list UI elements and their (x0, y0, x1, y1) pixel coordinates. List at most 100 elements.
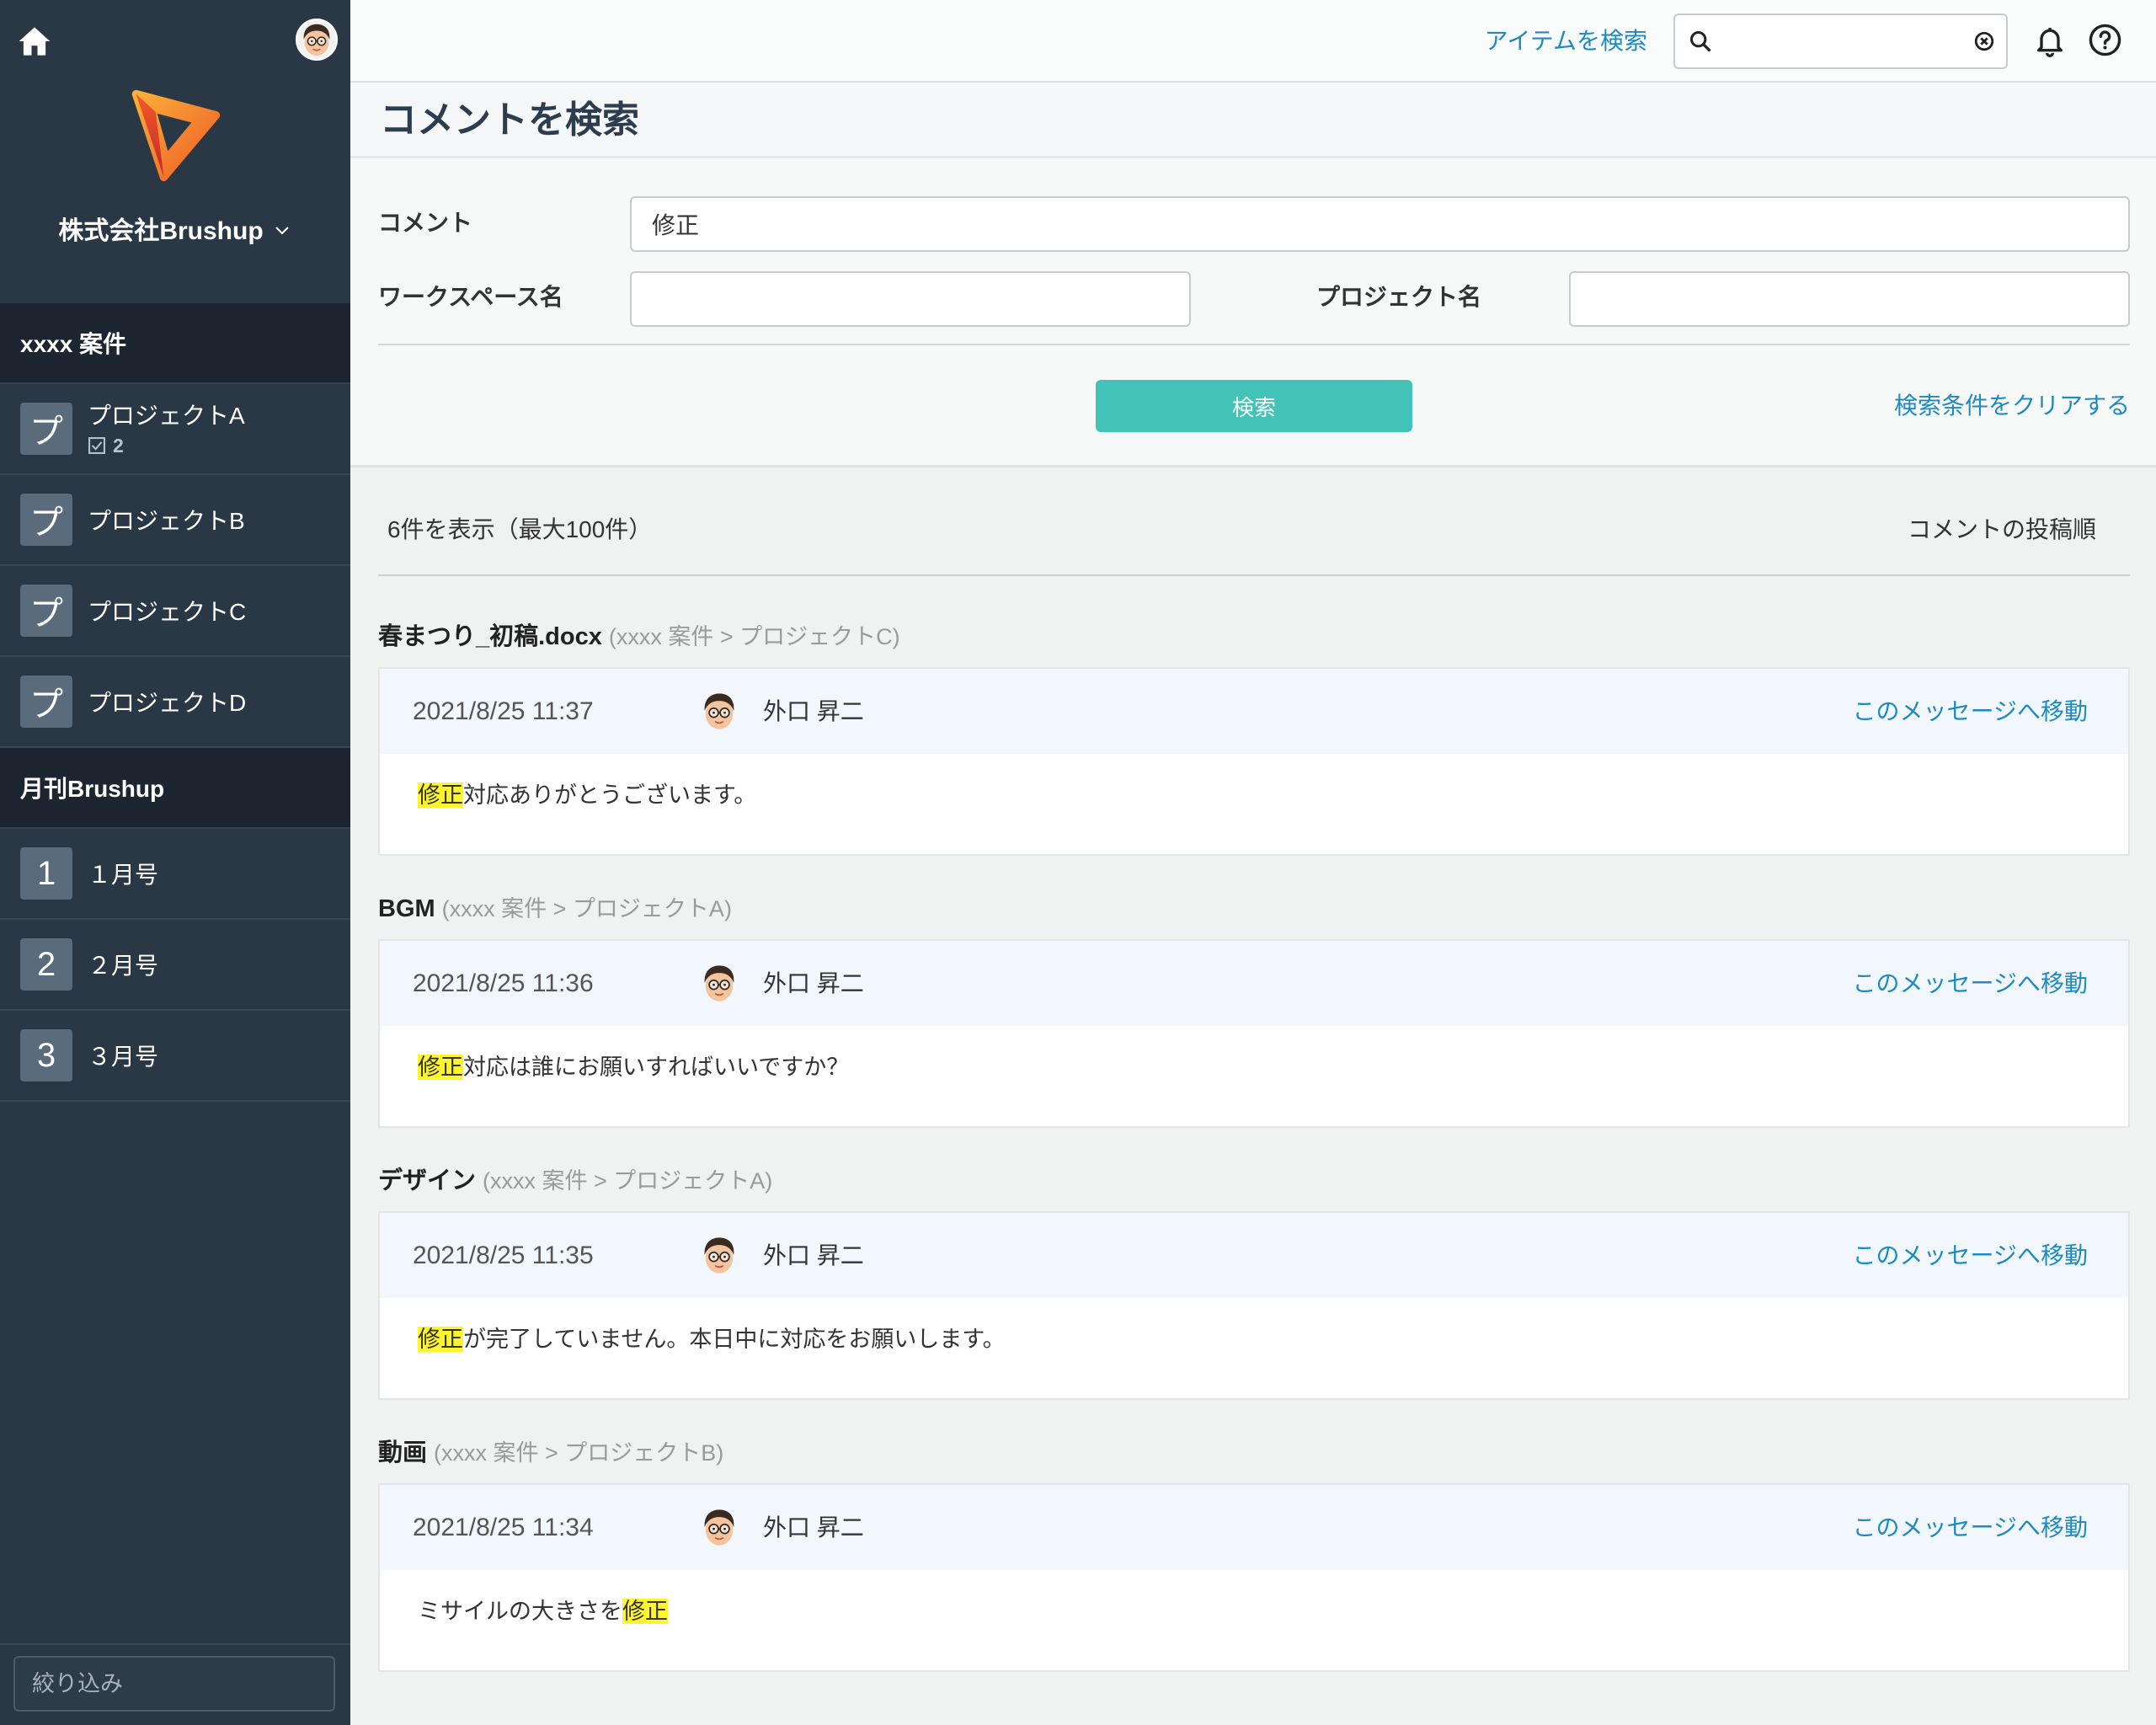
comment-field[interactable] (630, 196, 2130, 252)
global-search[interactable] (1673, 13, 2008, 69)
project-icon: プ (20, 585, 72, 637)
user-avatar[interactable] (296, 19, 338, 61)
author-name: 外口 昇二 (763, 1514, 864, 1541)
comment-header: 2021/8/25 11:34 外口 昇二 このメッセージへ移動 (380, 1485, 2128, 1570)
project-icon: 2 (20, 938, 72, 991)
comment-text-segment: 修正 (418, 1327, 463, 1352)
sidebar-item-issue-3[interactable]: 3 ３月号 (0, 1011, 350, 1102)
chevron-down-icon (272, 218, 292, 238)
comment-header: 2021/8/25 11:35 外口 昇二 このメッセージへ移動 (380, 1213, 2128, 1298)
item-name-link[interactable]: デザイン (378, 1167, 476, 1194)
top-bar: アイテムを検索 (350, 0, 2156, 83)
author-avatar (697, 1505, 741, 1549)
author-name: 外口 昇二 (763, 698, 864, 724)
workspace-field[interactable] (630, 271, 1191, 327)
company-switcher[interactable]: 株式会社Brushup (0, 207, 350, 249)
result-count: 6件を表示（最大100件） (387, 516, 653, 542)
clear-icon[interactable] (1973, 30, 1995, 52)
task-check-icon (88, 436, 106, 455)
item-path: (xxxx 案件 > プロジェクトC) (608, 624, 900, 649)
item-search-link[interactable]: アイテムを検索 (1485, 24, 1647, 58)
result-item-title: 動画 (xxxx 案件 > プロジェクトB) (378, 1431, 2130, 1475)
sidebar-header: 株式会社Brushup (0, 0, 350, 303)
comment-text-segment: 対応は誰にお願いすればいいですか？ (463, 1055, 850, 1080)
sidebar-item-project-d[interactable]: プ プロジェクトD (0, 657, 350, 748)
result-item-title: BGM (xxxx 案件 > プロジェクトA) (378, 887, 2130, 931)
sidebar-item-label: ３月号 (88, 1044, 159, 1070)
sidebar-item-label: プロジェクトD (88, 690, 247, 716)
workspace-header[interactable]: xxxx 案件 (0, 303, 350, 384)
comment-body: 修正対応ありがとうございます。 (380, 754, 2128, 809)
comment-body: 修正対応は誰にお願いすればいいですか？ (380, 1026, 2128, 1081)
form-divider (378, 344, 2130, 345)
item-name-link[interactable]: BGM (378, 895, 435, 922)
comment-label: コメント (378, 210, 473, 236)
company-name: 株式会社Brushup (58, 217, 264, 245)
search-icon (1689, 29, 1712, 53)
jump-to-message-link[interactable]: このメッセージへ移動 (1853, 669, 2088, 754)
task-count-badge: 2 (88, 433, 124, 458)
comment-timestamp: 2021/8/25 11:34 (413, 1514, 594, 1541)
search-results: 6件を表示（最大100件） コメントの投稿順 春まつり_初稿.docx (xxxx… (350, 467, 2156, 1725)
sidebar-item-project-b[interactable]: プ プロジェクトB (0, 475, 350, 566)
item-path: (xxxx 案件 > プロジェクトA) (483, 1168, 773, 1194)
author-name: 外口 昇二 (763, 1242, 864, 1268)
comment-text-segment: が完了していません。本日中に対応をお願いします。 (463, 1327, 1006, 1352)
result-item-title: デザイン (xxxx 案件 > プロジェクトA) (378, 1159, 2130, 1203)
comment-body: 修正が完了していません。本日中に対応をお願いします。 (380, 1298, 2128, 1354)
item-name-link[interactable]: 動画 (378, 1439, 427, 1466)
home-icon[interactable] (17, 24, 52, 59)
sidebar-filter-input[interactable] (13, 1656, 335, 1712)
task-count: 2 (113, 434, 124, 457)
comment-card: 2021/8/25 11:35 外口 昇二 このメッセージへ移動 修正が完了して… (378, 1211, 2130, 1400)
clear-conditions-link[interactable]: 検索条件をクリアする (1894, 389, 2130, 423)
main-content: アイテムを検索 コメントを検索 コメント ワークスペース名 プロジェクト名 検索 (350, 0, 2156, 1725)
comment-card: 2021/8/25 11:36 外口 昇二 このメッセージへ移動 修正対応は誰に… (378, 939, 2130, 1128)
result-group: 春まつり_初稿.docx (xxxx 案件 > プロジェクトC) 2021/8/2… (378, 615, 2130, 856)
sidebar-item-label: プロジェクトC (88, 599, 247, 625)
page-header: コメントを検索 (350, 83, 2156, 158)
help-icon[interactable] (2088, 23, 2122, 57)
sidebar-item-label: プロジェクトA (88, 403, 245, 429)
result-group: デザイン (xxxx 案件 > プロジェクトA) 2021/8/25 11:35 … (378, 1159, 2130, 1400)
page-title: コメントを検索 (380, 99, 639, 141)
bell-icon[interactable] (2033, 23, 2067, 58)
sidebar-item-label: ２月号 (88, 953, 159, 979)
brushup-logo (126, 86, 224, 184)
author-avatar (697, 689, 741, 733)
results-divider (378, 574, 2130, 576)
comment-timestamp: 2021/8/25 11:37 (413, 697, 594, 725)
project-label: プロジェクト名 (1316, 284, 1482, 310)
search-form: コメント ワークスペース名 プロジェクト名 検索 検索条件をクリアする (350, 158, 2156, 467)
project-icon: プ (20, 494, 72, 546)
sidebar-item-issue-2[interactable]: 2 ２月号 (0, 920, 350, 1011)
comment-body: ミサイルの大きさを修正 (380, 1570, 2128, 1626)
result-list: 春まつり_初稿.docx (xxxx 案件 > プロジェクトC) 2021/8/2… (378, 615, 2130, 1703)
comment-header: 2021/8/25 11:37 外口 昇二 このメッセージへ移動 (380, 669, 2128, 754)
sort-order-select[interactable]: コメントの投稿順 (1908, 513, 2096, 547)
comment-text-segment: 修正 (622, 1599, 668, 1624)
jump-to-message-link[interactable]: このメッセージへ移動 (1853, 1485, 2088, 1570)
project-field[interactable] (1569, 271, 2130, 327)
sidebar-item-project-c[interactable]: プ プロジェクトC (0, 566, 350, 657)
workspace-header[interactable]: 月刊Brushup (0, 748, 350, 829)
jump-to-message-link[interactable]: このメッセージへ移動 (1853, 941, 2088, 1026)
item-path: (xxxx 案件 > プロジェクトB) (434, 1440, 724, 1466)
search-input[interactable] (1722, 20, 1967, 62)
author-avatar (697, 961, 741, 1005)
sidebar-item-issue-1[interactable]: 1 １月号 (0, 829, 350, 920)
result-group: BGM (xxxx 案件 > プロジェクトA) 2021/8/25 11:36 外… (378, 887, 2130, 1128)
result-group: 動画 (xxxx 案件 > プロジェクトB) 2021/8/25 11:34 外口… (378, 1431, 2130, 1672)
item-name-link[interactable]: 春まつり_初稿.docx (378, 623, 602, 650)
project-icon: 3 (20, 1029, 72, 1081)
author-name: 外口 昇二 (763, 970, 864, 996)
comment-text-segment: 修正 (418, 782, 463, 808)
comment-timestamp: 2021/8/25 11:35 (413, 1242, 594, 1269)
comment-timestamp: 2021/8/25 11:36 (413, 969, 594, 997)
sidebar-item-project-a[interactable]: プ プロジェクトA 2 (0, 384, 350, 475)
sidebar-item-label: プロジェクトB (88, 508, 245, 534)
search-button[interactable]: 検索 (1096, 380, 1412, 432)
jump-to-message-link[interactable]: このメッセージへ移動 (1853, 1213, 2088, 1298)
sidebar-footer (0, 1643, 350, 1725)
project-icon: 1 (20, 847, 72, 900)
